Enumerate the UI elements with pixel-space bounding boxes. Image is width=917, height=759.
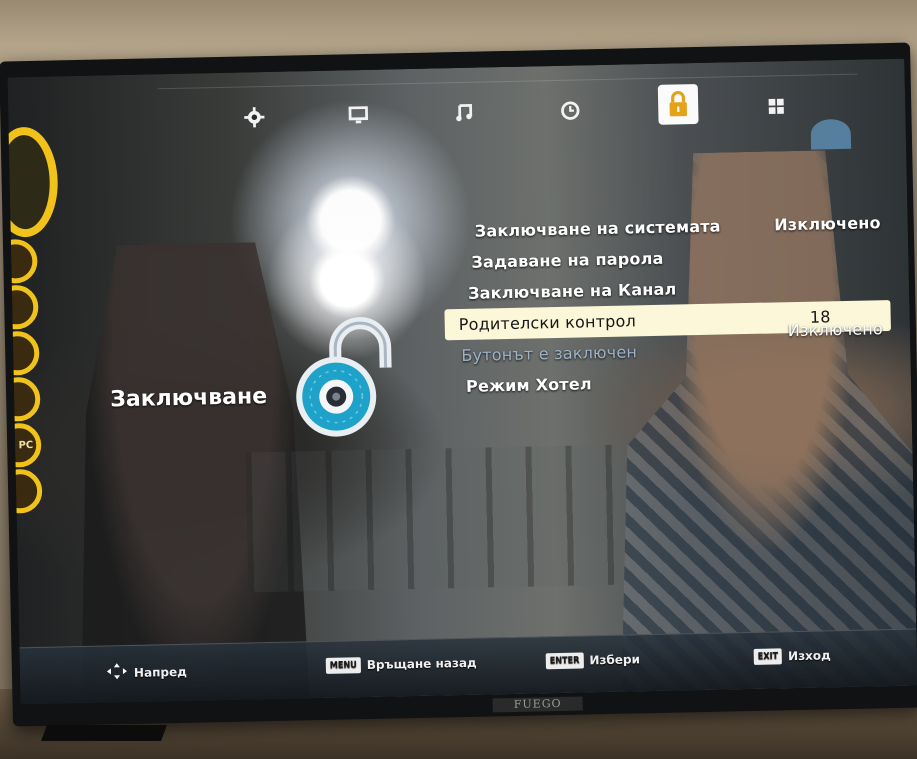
brand-logo: FUEGO bbox=[492, 696, 583, 713]
input-source-badges: PC bbox=[7, 126, 59, 516]
dpad-icon bbox=[106, 662, 128, 683]
hint-exit: EXIT Изход bbox=[753, 647, 831, 665]
padlock-icon[interactable] bbox=[657, 83, 699, 125]
source-badge[interactable] bbox=[7, 376, 41, 422]
source-badge[interactable] bbox=[7, 468, 43, 514]
star-badge-icon bbox=[810, 118, 852, 150]
hint-exit-label: Изход bbox=[787, 648, 831, 664]
exit-key-badge: EXIT bbox=[753, 648, 783, 665]
tv-stand bbox=[41, 725, 167, 741]
menu-item-value: Изключено bbox=[774, 213, 881, 235]
hint-select: ENTER Избери bbox=[545, 651, 641, 670]
menu-item-value: Изключено bbox=[787, 319, 884, 341]
tv-frame: PC Заключване Заключване на системата Из… bbox=[0, 42, 917, 727]
hint-move: Напред bbox=[106, 661, 187, 684]
source-badge[interactable] bbox=[7, 284, 39, 330]
menu-item-label: Заключване на системата bbox=[474, 216, 721, 241]
source-badge[interactable] bbox=[7, 330, 40, 376]
top-menu-bar bbox=[157, 73, 859, 150]
combination-lock-icon bbox=[284, 309, 407, 441]
gear-icon[interactable] bbox=[240, 103, 269, 132]
section-title: Заключване bbox=[109, 384, 268, 413]
enter-key-badge: ENTER bbox=[545, 652, 584, 670]
menu-key-badge: MENU bbox=[325, 657, 361, 674]
hint-back-label: Връщане назад bbox=[366, 655, 477, 673]
source-badge[interactable] bbox=[7, 126, 59, 238]
menu-item-label: Задаване на парола bbox=[471, 248, 664, 272]
menu-item-label: Заключване на Канал bbox=[467, 279, 677, 303]
music-note-icon[interactable] bbox=[450, 99, 479, 128]
hint-select-label: Избери bbox=[589, 652, 641, 668]
menu-item-label: Родителски контрол bbox=[458, 311, 637, 335]
hint-move-label: Напред bbox=[133, 664, 187, 680]
source-badge-pc[interactable]: PC bbox=[7, 422, 42, 468]
menu-item-label: Режим Хотел bbox=[465, 374, 592, 396]
monitor-icon[interactable] bbox=[344, 101, 373, 130]
lock-settings-menu: Заключване на системата Изключено Задава… bbox=[438, 207, 892, 402]
hint-back: MENU Връщане назад bbox=[325, 655, 477, 674]
grid-icon[interactable] bbox=[762, 92, 791, 121]
source-badge[interactable] bbox=[7, 238, 38, 284]
menu-item-label: Бутонът е заключен bbox=[461, 342, 638, 365]
clock-icon[interactable] bbox=[556, 96, 585, 125]
scene-shelf bbox=[245, 444, 629, 593]
tv-screen: PC Заключване Заключване на системата Из… bbox=[7, 58, 917, 705]
